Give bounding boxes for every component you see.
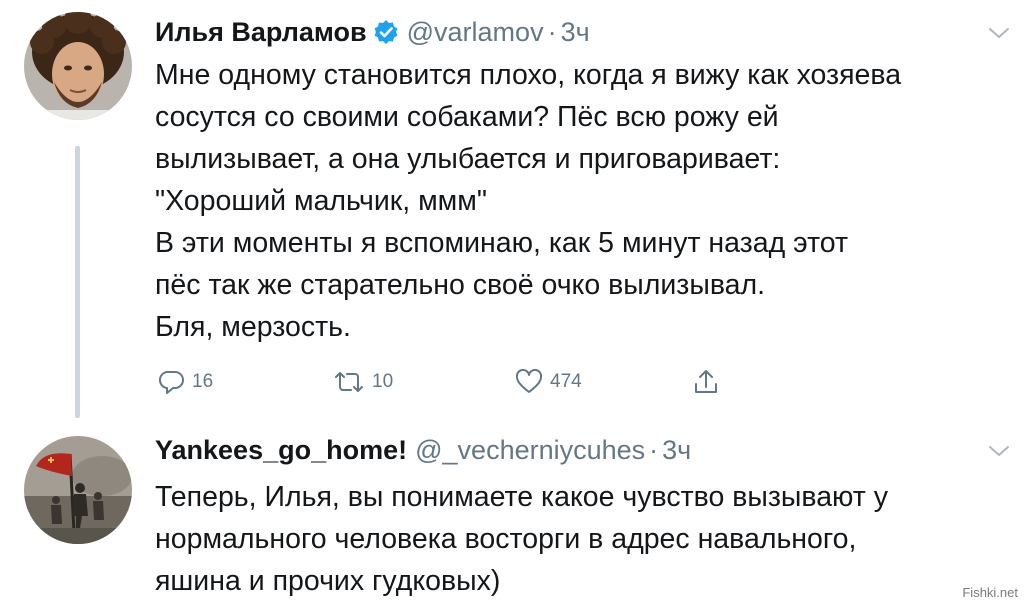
tweet-text-line: яшина и прочих гудковых): [155, 565, 501, 597]
tweet-actions: 16 10 474: [158, 366, 758, 398]
share-button[interactable]: [692, 366, 720, 398]
tweet-text-line: вылизывает, а она улыбается и приговарив…: [155, 143, 781, 175]
verified-badge-icon: [373, 19, 399, 45]
tweet-vecherniycuhes[interactable]: Yankees_go_home! @_vecherniycuhes · 3ч Т…: [0, 420, 1024, 604]
author-handle[interactable]: @varlamov: [407, 17, 544, 48]
reply-icon: [158, 370, 184, 394]
author-name[interactable]: Yankees_go_home!: [155, 435, 407, 466]
tweet-text-line: пёс так же старательно своё очко вылизыв…: [155, 269, 766, 301]
separator-dot: ·: [649, 434, 659, 465]
separator-dot: ·: [547, 16, 557, 47]
tweet-header: Илья Варламов @varlamov · 3ч: [155, 12, 590, 52]
tweet-text: Мне одному становится плохо, когда я виж…: [155, 54, 1015, 348]
tweet-header: Yankees_go_home! @_vecherniycuhes · 3ч: [155, 430, 691, 470]
tweet-varlamov[interactable]: Илья Варламов @varlamov · 3ч Мне одному …: [0, 0, 1024, 420]
tweet-text-line: Теперь, Илья, вы понимаете какое чувство…: [155, 481, 889, 513]
retweet-count: 10: [372, 371, 394, 392]
like-count: 474: [550, 371, 582, 392]
author-handle[interactable]: @_vecherniycuhes: [415, 435, 645, 466]
author-name[interactable]: Илья Варламов: [155, 17, 367, 48]
tweet-text-line: "Хороший мальчик, ммм": [155, 185, 487, 217]
reply-button[interactable]: 16: [158, 366, 213, 398]
tweet-text-line: Мне одному становится плохо, когда я виж…: [155, 59, 902, 91]
tweet-time[interactable]: 3ч: [662, 435, 691, 466]
avatar-varlamov[interactable]: [24, 12, 132, 120]
tweet-time[interactable]: 3ч: [561, 17, 590, 48]
retweet-button[interactable]: 10: [332, 366, 393, 398]
avatar-vecherniycuhes[interactable]: [24, 436, 132, 544]
share-icon: [695, 370, 717, 393]
tweet-text-line: Бля, мерзость.: [155, 311, 351, 343]
tweet-text-line: нормального человека восторги в адрес на…: [155, 523, 857, 555]
reply-count: 16: [192, 371, 214, 392]
heart-icon: [515, 368, 543, 393]
chevron-down-icon[interactable]: [988, 26, 1010, 40]
tweet-text-line: сосутся со своими собаками? Пёс всю рожу…: [155, 101, 779, 133]
retweet-icon: [335, 372, 363, 392]
tweet-text: Теперь, Илья, вы понимаете какое чувство…: [155, 476, 1015, 602]
tweet-text-line: В эти моменты я вспоминаю, как 5 минут н…: [155, 227, 849, 259]
thread-line: [75, 146, 80, 418]
chevron-down-icon[interactable]: [988, 444, 1010, 458]
like-button[interactable]: 474: [514, 366, 582, 398]
watermark: Fishki.net: [962, 585, 1018, 600]
